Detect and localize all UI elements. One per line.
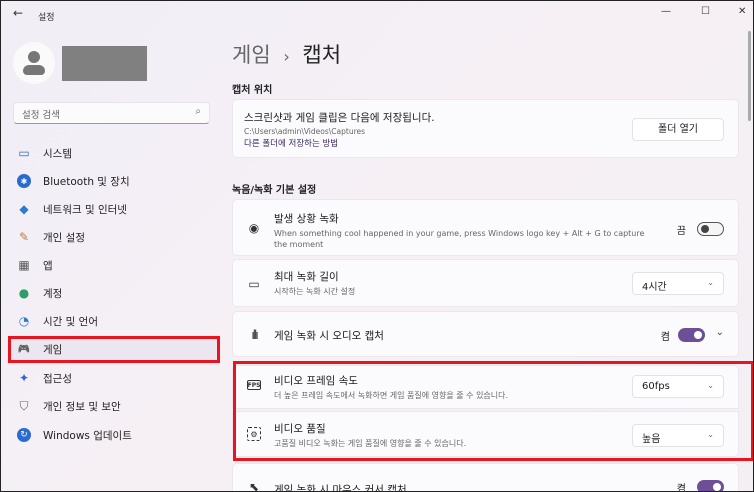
sidebar-item-time-language[interactable]: ◔ 시간 및 언어: [17, 309, 98, 333]
open-folder-button[interactable]: 폴더 열기: [632, 118, 724, 141]
section-header-capture-location: 캡처 위치: [232, 85, 273, 96]
account-icon: ●: [18, 286, 30, 300]
row-title: 최대 녹화 길이: [274, 271, 339, 283]
row-subtitle: When something cool happened in your gam…: [274, 229, 645, 249]
system-icon: ▭: [18, 146, 30, 160]
save-elsewhere-link[interactable]: 다른 폴더에 저장하는 방법: [244, 137, 435, 149]
search-icon: ⌕: [195, 106, 201, 117]
search-placeholder: 설정 검색: [22, 110, 60, 121]
audio-wave-icon: ıllı: [251, 328, 258, 342]
sidebar-item-label: 개인 정보 및 보안: [43, 400, 121, 413]
dropdown-value: 4시간: [642, 282, 667, 293]
sidebar-item-label: 계정: [43, 287, 63, 300]
cursor-icon: ⬉: [248, 480, 260, 492]
shield-icon: ⛉: [19, 398, 29, 413]
brush-icon: ✎: [18, 230, 30, 244]
close-button[interactable]: ✕: [738, 6, 746, 26]
record-icon: ◉: [248, 221, 260, 235]
apps-icon: ▦: [18, 258, 30, 272]
sidebar-item-accessibility[interactable]: ✦ 접근성: [17, 366, 72, 390]
update-icon: ↻: [17, 428, 31, 442]
audio-capture-row: ıllı 게임 녹화 시 오디오 캡처 켬 ⌄: [232, 311, 739, 357]
sidebar-item-label: 접근성: [43, 372, 72, 385]
sidebar-item-apps[interactable]: ▦ 앱: [17, 253, 53, 277]
scrollbar[interactable]: [748, 31, 751, 121]
cursor-capture-toggle[interactable]: [697, 480, 724, 491]
sidebar-item-label: 시스템: [43, 147, 72, 160]
sidebar-item-accounts[interactable]: ● 계정: [17, 281, 63, 305]
row-title: 발생 상황 녹화: [274, 213, 339, 225]
chevron-down-icon[interactable]: ⌄: [716, 327, 724, 338]
row-title: 게임 녹화 시 오디오 캡처: [274, 330, 384, 342]
max-length-row: ▭ 최대 녹화 길이 시작하는 녹화 시간 설정 4시간 ⌄: [232, 259, 739, 307]
chevron-down-icon: ⌄: [707, 278, 714, 287]
user-name-redacted: [62, 46, 147, 81]
max-length-dropdown[interactable]: 4시간 ⌄: [632, 272, 724, 295]
user-icon-body: [23, 65, 45, 75]
minimize-button[interactable]: —: [661, 6, 671, 26]
sidebar-item-system[interactable]: ▭ 시스템: [17, 141, 72, 165]
breadcrumb: 게임 › 캡처: [232, 39, 341, 69]
sidebar-item-label: 네트워크 및 인터넷: [43, 203, 127, 216]
sidebar-item-bluetooth[interactable]: ✱ Bluetooth 및 장치: [17, 169, 130, 193]
capture-path: C:\Users\admin\Videos\Captures: [244, 127, 366, 136]
sidebar-item-personalization[interactable]: ✎ 개인 설정: [17, 225, 85, 249]
sidebar-item-label: 시간 및 언어: [43, 315, 98, 328]
video-camera-icon: ▭: [248, 277, 260, 291]
sidebar-item-label: Bluetooth 및 장치: [43, 175, 130, 188]
bluetooth-icon: ✱: [17, 174, 31, 188]
back-button[interactable]: ←: [13, 6, 23, 26]
user-icon: [28, 51, 40, 63]
maximize-button[interactable]: ☐: [701, 6, 710, 26]
section-header-recording: 녹음/녹화 기본 설정: [232, 185, 317, 196]
breadcrumb-separator: ›: [283, 47, 290, 66]
window-title: 설정: [38, 13, 55, 23]
wifi-icon: ◆: [19, 202, 29, 216]
toggle-state-label: 켬: [660, 332, 670, 343]
sidebar-item-privacy[interactable]: ⛉ 개인 정보 및 보안: [17, 394, 121, 418]
row-title: 게임 녹화 시 마우스 커서 캡처: [274, 484, 407, 492]
row-subtitle: 시작하는 녹화 시간 설정: [274, 287, 356, 296]
capture-location-title: 스크린샷과 게임 클립은 다음에 저장됩니다.: [244, 112, 435, 124]
highlight-box: [233, 361, 753, 461]
page-title: 캡처: [302, 43, 342, 67]
background-recording-row: ◉ 발생 상황 녹화 When something cool happened …: [232, 199, 739, 256]
sidebar-item-network[interactable]: ◆ 네트워크 및 인터넷: [17, 197, 127, 221]
sidebar-item-label: 앱: [43, 259, 53, 272]
capture-location-card: 스크린샷과 게임 클립은 다음에 저장됩니다. C:\Users\admin\V…: [232, 99, 739, 158]
sidebar-item-windows-update[interactable]: ↻ Windows 업데이트: [17, 423, 132, 447]
settings-window: ← 설정 — ☐ ✕ 설정 검색 ⌕ ▭ 시스템 ✱ Bluetooth 및 장치 …: [0, 0, 754, 492]
background-recording-toggle[interactable]: [697, 222, 724, 236]
audio-capture-toggle[interactable]: [678, 328, 705, 342]
globe-clock-icon: ◔: [18, 314, 30, 328]
toggle-state-label: 끔: [676, 226, 686, 237]
search-input[interactable]: 설정 검색 ⌕: [13, 102, 210, 124]
toggle-state-label: 켬: [676, 484, 686, 492]
avatar[interactable]: [13, 42, 55, 84]
sidebar-item-label: Windows 업데이트: [43, 429, 132, 442]
cursor-capture-row: ⬉ 게임 녹화 시 마우스 커서 캡처 켬: [232, 463, 739, 492]
highlight-box: [8, 336, 220, 363]
breadcrumb-parent[interactable]: 게임: [232, 43, 271, 67]
accessibility-icon: ✦: [18, 371, 30, 385]
sidebar-item-label: 개인 설정: [43, 231, 85, 244]
